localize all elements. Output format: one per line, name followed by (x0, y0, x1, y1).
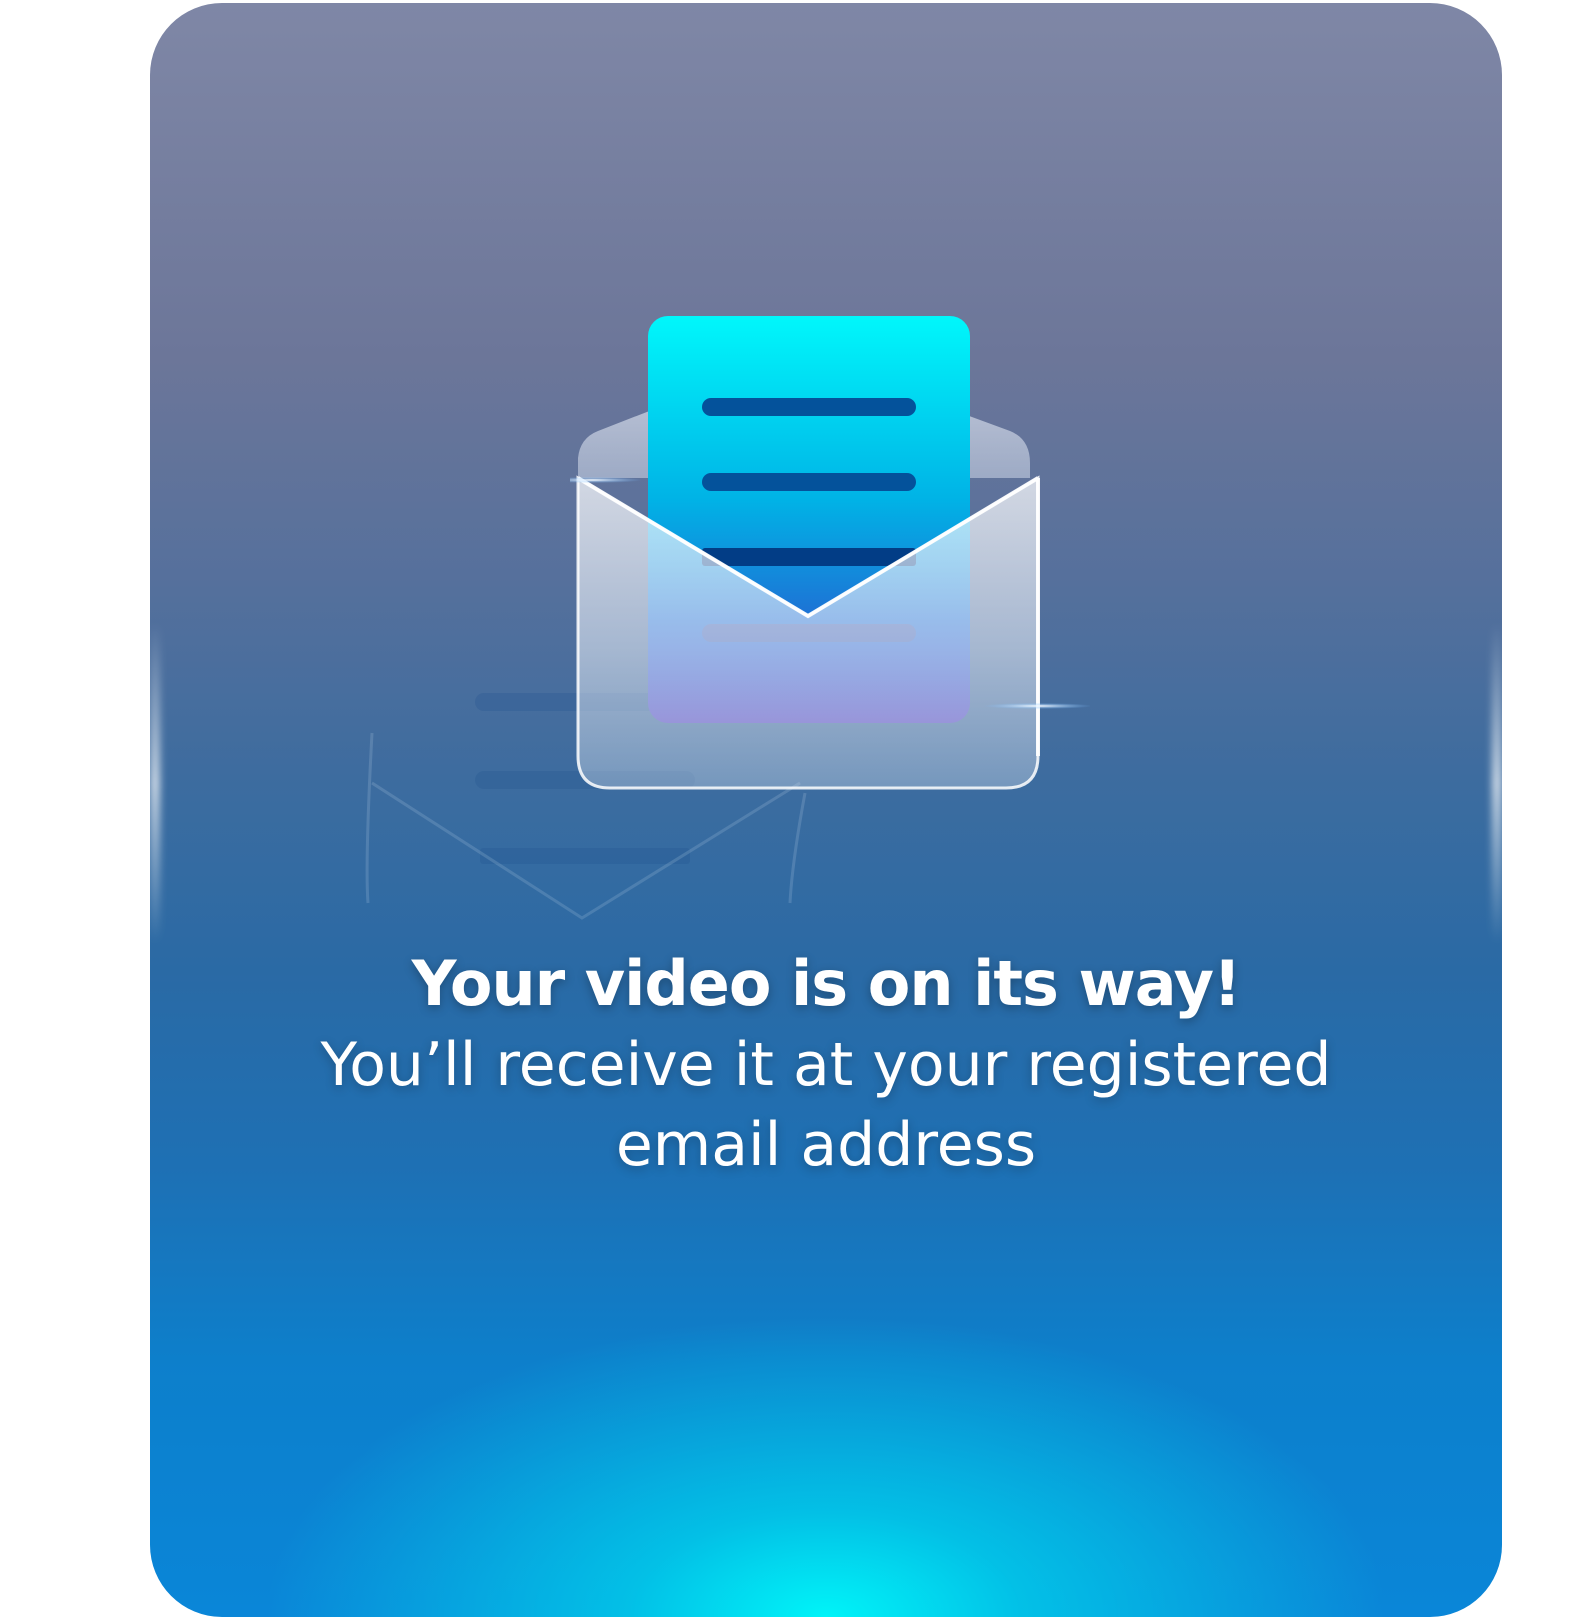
confirmation-card: Your video is on its way! You’ll receive… (150, 3, 1502, 1617)
ghost-envelope-icon (365, 693, 807, 920)
open-envelope-with-letter-icon (570, 316, 1090, 790)
headline: Your video is on its way! (411, 947, 1242, 1020)
page: Your video is on its way! You’ll receive… (0, 0, 1591, 1619)
confirmation-message: You’ll receive it at your registered ema… (320, 1030, 1332, 1180)
